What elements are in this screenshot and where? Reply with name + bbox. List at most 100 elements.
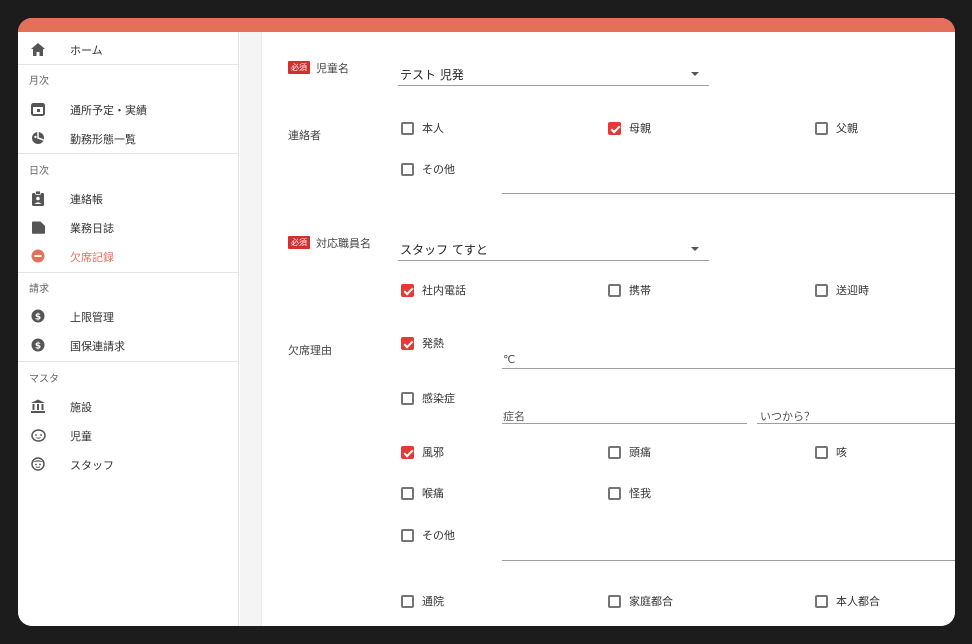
checkbox-label: 母親: [629, 122, 651, 135]
sidebar-item-home[interactable]: ホーム: [18, 34, 239, 64]
clipboard-icon: [30, 190, 46, 206]
checkbox-label: 頭痛: [629, 446, 651, 459]
folder-icon: [30, 219, 46, 235]
symptom-checkbox-other[interactable]: その他: [401, 527, 455, 543]
disease-name-placeholder: 症名: [503, 410, 525, 423]
checkbox-label: 社内電話: [422, 284, 466, 297]
checkbox-label: 通院: [422, 595, 444, 608]
reason-checkbox-hospital[interactable]: 通院: [401, 593, 444, 609]
divider: [18, 64, 239, 65]
checkbox-box: [401, 445, 414, 459]
checkbox-label: 感染症: [422, 392, 455, 405]
checkbox-label: 本人: [422, 122, 444, 135]
child-name-label: 児童名: [316, 62, 349, 75]
sidebar-item-label: 勤務形態一覧: [70, 133, 136, 146]
checkbox-box: [608, 121, 621, 135]
checkbox-box: [608, 594, 621, 608]
staff-name-label: 対応職員名: [316, 237, 371, 250]
checkbox-label: 喉痛: [422, 487, 444, 500]
disease-name-input[interactable]: [502, 423, 747, 424]
checkbox-box: [401, 162, 414, 176]
required-badge: 必須: [288, 61, 310, 74]
checkbox-box: [401, 528, 414, 542]
sidebar-item-facility[interactable]: 施設: [18, 391, 239, 421]
checkbox-box: [401, 336, 414, 350]
sidebar-item-label: 通所予定・実績: [70, 104, 147, 117]
reason-checkbox-fever[interactable]: 発熱: [401, 335, 444, 351]
contact-person-label: 連絡者: [288, 129, 321, 142]
checkbox-label: 咳: [836, 446, 847, 459]
sidebar-item-work-log[interactable]: 業務日誌: [18, 212, 239, 242]
top-app-bar: [18, 18, 955, 32]
symptom-checkbox-injury[interactable]: 怪我: [608, 485, 651, 501]
checkbox-box: [401, 486, 414, 500]
checkbox-box: [815, 445, 828, 459]
child-name-value: テスト 児発: [400, 68, 464, 82]
reason-checkbox-infection[interactable]: 感染症: [401, 390, 455, 406]
checkbox-label: その他: [422, 163, 455, 176]
sidebar-item-nhi-billing[interactable]: $ 国保連請求: [18, 330, 239, 360]
sidebar-item-work-pattern[interactable]: 勤務形態一覧: [18, 123, 239, 153]
app-window: ホーム 月次 通所予定・実績 勤務形態一覧 日次 連絡帳 業務日誌 欠席記録 請…: [18, 18, 955, 626]
staff-name-value: スタッフ てすと: [400, 243, 488, 257]
temperature-input[interactable]: [502, 368, 955, 369]
checkbox-box: [401, 594, 414, 608]
required-badge: 必須: [288, 236, 310, 249]
contact-checkbox-mother[interactable]: 母親: [608, 120, 651, 136]
staff-name-select[interactable]: スタッフ てすと: [398, 241, 709, 261]
since-when-input[interactable]: [757, 423, 955, 424]
sidebar-item-limit-management[interactable]: $ 上限管理: [18, 301, 239, 331]
sidebar-item-label: 連絡帳: [70, 193, 103, 206]
absence-reason-label: 欠席理由: [288, 344, 332, 357]
symptom-checkbox-cough[interactable]: 咳: [815, 444, 847, 460]
section-label-master: マスタ: [29, 374, 59, 385]
checkbox-label: その他: [422, 529, 455, 542]
checkbox-box: [401, 121, 414, 135]
checkbox-label: 本人都合: [836, 595, 880, 608]
contact-checkbox-father[interactable]: 父親: [815, 120, 858, 136]
method-checkbox-office-phone[interactable]: 社内電話: [401, 282, 466, 298]
sidebar-item-label: 国保連請求: [70, 340, 125, 353]
checkbox-box: [401, 391, 414, 405]
symptom-checkbox-cold[interactable]: 風邪: [401, 444, 444, 460]
chevron-down-icon: [691, 247, 699, 251]
sidebar-item-schedule[interactable]: 通所予定・実績: [18, 94, 239, 124]
divider: [18, 272, 239, 273]
symptom-other-input[interactable]: [502, 560, 955, 561]
reason-checkbox-family[interactable]: 家庭都合: [608, 593, 673, 609]
temperature-input-placeholder: ℃: [503, 353, 516, 366]
checkbox-label: 家庭都合: [629, 595, 673, 608]
symptom-checkbox-headache[interactable]: 頭痛: [608, 444, 651, 460]
svg-text:$: $: [35, 342, 41, 352]
sidebar-item-label: ホーム: [70, 44, 103, 57]
divider: [18, 153, 239, 154]
symptom-checkbox-sore-throat[interactable]: 喉痛: [401, 485, 444, 501]
chevron-down-icon: [691, 72, 699, 76]
checkbox-box: [815, 121, 828, 135]
method-checkbox-pickup[interactable]: 送迎時: [815, 282, 869, 298]
sidebar-item-label: 欠席記録: [70, 251, 114, 264]
contact-checkbox-other[interactable]: その他: [401, 161, 455, 177]
sidebar-item-label: 児童: [70, 430, 92, 443]
sidebar-item-absence-record[interactable]: 欠席記録: [18, 241, 239, 271]
contact-other-input[interactable]: [502, 193, 955, 194]
sidebar-item-staff[interactable]: スタッフ: [18, 449, 239, 479]
sidebar-item-children[interactable]: 児童: [18, 420, 239, 450]
svg-text:$: $: [35, 313, 41, 323]
checkbox-label: 発熱: [422, 337, 444, 350]
sidebar-item-label: 業務日誌: [70, 222, 114, 235]
checkbox-label: 父親: [836, 122, 858, 135]
checkbox-box: [815, 594, 828, 608]
absence-record-form: 必須 児童名 テスト 児発 連絡者 本人 母親 父親 その他 必須 対応職員名 …: [263, 32, 955, 626]
pie-chart-icon: [30, 130, 46, 146]
sidebar: ホーム 月次 通所予定・実績 勤務形態一覧 日次 連絡帳 業務日誌 欠席記録 請…: [18, 32, 239, 626]
checkbox-box: [608, 283, 621, 297]
method-checkbox-mobile[interactable]: 携帯: [608, 282, 651, 298]
child-name-select[interactable]: テスト 児発: [398, 66, 709, 86]
checkbox-label: 風邪: [422, 446, 444, 459]
content-gutter: [240, 32, 262, 626]
contact-checkbox-self[interactable]: 本人: [401, 120, 444, 136]
sidebar-item-contact-book[interactable]: 連絡帳: [18, 183, 239, 213]
dollar-icon: $: [30, 308, 46, 324]
reason-checkbox-personal[interactable]: 本人都合: [815, 593, 880, 609]
